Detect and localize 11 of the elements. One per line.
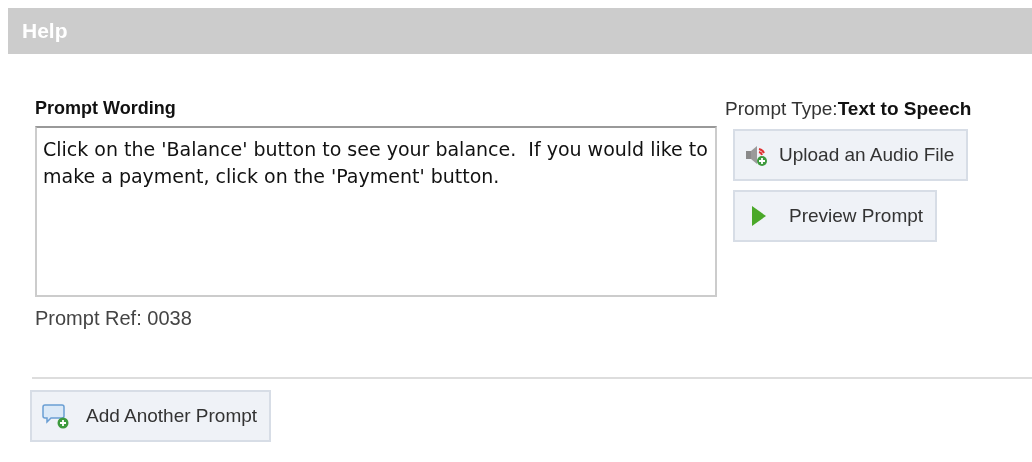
- speaker-add-icon: [745, 143, 769, 167]
- add-prompt-button[interactable]: Add Another Prompt: [30, 390, 272, 442]
- upload-button[interactable]: Upload an Audio File: [733, 129, 969, 181]
- speech-bubble-add-icon: [42, 403, 70, 429]
- prompt-type-label: Prompt Type:: [725, 98, 838, 119]
- prompt-text-field[interactable]: Click on the 'Balance' button to see your balance. If you would like to make a payment, click on the 'Payment' button.: [35, 126, 717, 297]
- prompt-type-value: Text to Speech: [837, 98, 972, 119]
- play-icon: [751, 205, 767, 227]
- preview-button[interactable]: Preview Prompt: [733, 190, 938, 242]
- field-label: Prompt Wording: [35, 98, 177, 119]
- prompt-ref: Prompt Ref: 0038: [35, 307, 193, 330]
